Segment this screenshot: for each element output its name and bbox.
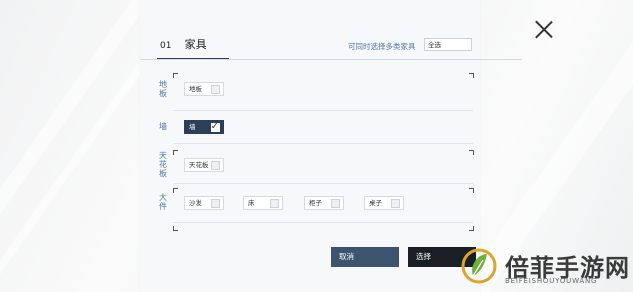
option-wall[interactable]: 墙 ✓ xyxy=(184,120,224,134)
option-table[interactable]: 桌子 xyxy=(364,196,404,210)
row-divider xyxy=(173,183,473,184)
option-cabinet[interactable]: 柜子 xyxy=(304,196,344,210)
watermark-logo-icon xyxy=(461,248,497,284)
category-label-large: 大件 xyxy=(159,193,167,211)
category-label-wall: 墙 xyxy=(159,122,167,131)
row-corner xyxy=(173,150,178,155)
row-corner xyxy=(469,188,474,193)
row-corner xyxy=(173,226,178,231)
header-divider xyxy=(140,59,522,60)
tab-number: 01 xyxy=(160,41,172,51)
row-corner xyxy=(469,73,474,78)
cancel-button[interactable]: 取消 xyxy=(331,247,399,267)
checkbox xyxy=(270,199,279,208)
row-divider xyxy=(173,110,473,111)
category-label-ceiling: 天花板 xyxy=(159,151,167,178)
row-corner xyxy=(173,188,178,193)
checkbox xyxy=(211,199,220,208)
row-divider xyxy=(173,143,473,144)
checkbox xyxy=(211,85,220,94)
checkbox xyxy=(211,161,220,170)
row-corner xyxy=(173,73,178,78)
option-floor[interactable]: 地板 xyxy=(184,82,224,96)
option-sofa[interactable]: 沙发 xyxy=(184,196,224,210)
tab-title: 家具 xyxy=(184,38,207,51)
option-ceiling[interactable]: 天花板 xyxy=(184,158,224,172)
row-divider xyxy=(173,222,473,223)
row-corner xyxy=(469,226,474,231)
row-corner xyxy=(469,150,474,155)
checkbox xyxy=(331,199,340,208)
multi-select-hint: 可同时选择多类家具 xyxy=(348,42,416,51)
select-all-dropdown[interactable]: 全选 xyxy=(424,38,472,51)
category-label-floor: 地板 xyxy=(159,80,167,98)
checkbox xyxy=(391,199,400,208)
tab-furniture[interactable]: 01 家具 xyxy=(160,36,207,52)
close-icon[interactable] xyxy=(535,20,553,38)
option-bed[interactable]: 床 xyxy=(243,196,283,210)
background-stripe xyxy=(0,0,151,292)
checkmark-icon: ✓ xyxy=(210,121,219,132)
watermark-subtitle: BEIFEISHOUYOUWANG xyxy=(505,277,598,285)
